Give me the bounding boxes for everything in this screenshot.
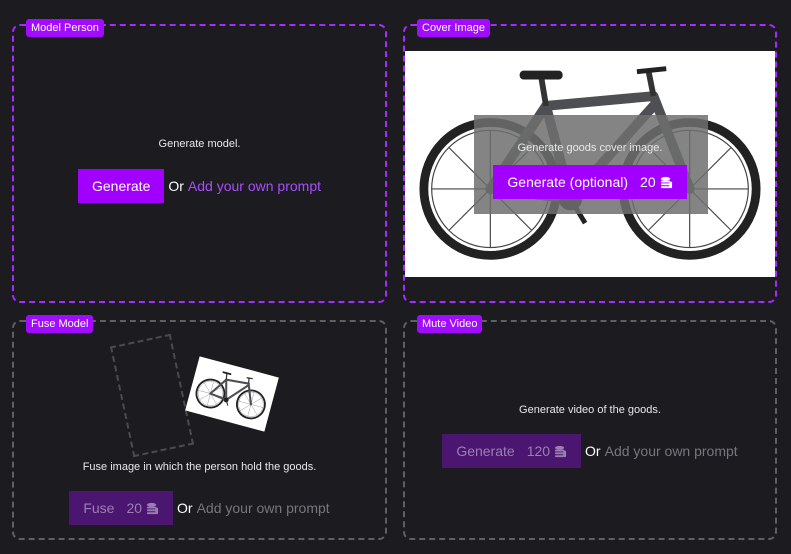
coin-stack-icon <box>146 502 159 515</box>
model-person-panel: Model Person Generate model. Generate Or… <box>12 19 387 303</box>
coin-stack-icon <box>554 445 567 458</box>
generate-model-button[interactable]: Generate <box>77 169 165 203</box>
or-label: Or <box>585 443 601 459</box>
generate-cover-button[interactable]: Generate (optional) 20 <box>493 165 687 199</box>
generate-video-button[interactable]: Generate 120 <box>442 434 582 468</box>
video-cost-value: 120 <box>526 443 551 459</box>
or-label: Or <box>177 500 193 516</box>
cover-image-tag: Cover Image <box>417 19 490 37</box>
fuse-label: Fuse <box>83 500 115 516</box>
fuse-model-description: Fuse image in which the person hold the … <box>82 461 317 473</box>
fuse-model-panel: Fuse Model Fuse image in which the perso… <box>12 315 387 540</box>
fuse-bike-thumbnail <box>185 356 279 432</box>
add-prompt-link[interactable]: Add your own prompt <box>188 178 321 194</box>
fuse-model-tag: Fuse Model <box>26 315 94 333</box>
or-label: Or <box>168 178 184 194</box>
cover-image-panel: Cover Image Generate goods cover image. … <box>403 19 777 303</box>
generate-video-label: Generate <box>456 443 515 459</box>
mute-video-description: Generate video of the goods. <box>519 404 661 416</box>
fuse-button[interactable]: Fuse 20 <box>69 491 174 525</box>
mute-video-tag: Mute Video <box>417 315 483 333</box>
mute-video-panel: Mute Video Generate video of the goods. … <box>403 315 777 540</box>
person-placeholder <box>109 333 195 458</box>
coin-stack-icon <box>660 176 673 189</box>
cover-cost-value: 20 <box>640 174 656 190</box>
model-person-tag: Model Person <box>26 19 104 37</box>
fuse-model-actions: Fuse 20 Or Add your own prompt <box>14 491 385 525</box>
cover-image-description: Generate goods cover image. <box>517 142 663 154</box>
fuse-cost-value: 20 <box>126 500 143 516</box>
model-person-actions: Generate Or Add your own prompt <box>14 169 385 203</box>
mute-video-actions: Generate 120 Or Add your own prompt <box>405 434 775 468</box>
generate-cover-label: Generate (optional) <box>507 174 629 190</box>
add-prompt-link[interactable]: Add your own prompt <box>605 443 738 459</box>
model-person-description: Generate model. <box>158 138 241 150</box>
add-prompt-link[interactable]: Add your own prompt <box>197 500 330 516</box>
cover-image-actions: Generate (optional) 20 <box>405 165 775 199</box>
